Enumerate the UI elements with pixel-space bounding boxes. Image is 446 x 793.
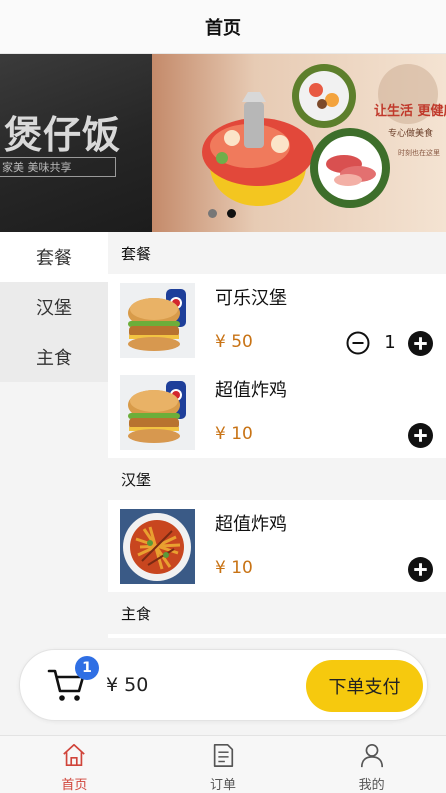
banner-carousel[interactable]: 煲仔饭 家美 美味共享 让生活 更健 专心做美食 时刻也在这里 bbox=[0, 54, 446, 232]
product-item[interactable]: 超值炸鸡 ¥ 10 bbox=[108, 500, 446, 592]
plus-circle-icon[interactable] bbox=[408, 423, 433, 448]
banner-slide-hotpot: 让生活 更健康 专心做美食 时刻也在这里 bbox=[152, 54, 446, 232]
hotpot-illustration bbox=[202, 64, 438, 208]
quantity-value: 1 bbox=[384, 332, 396, 353]
tab-label: 订单 bbox=[210, 778, 237, 793]
banner-ad-title: 让生活 更健康 bbox=[374, 104, 446, 119]
product-price: ¥ 50 bbox=[215, 332, 253, 352]
section-header-burger: 汉堡 bbox=[108, 458, 446, 500]
carousel-dot-active[interactable] bbox=[227, 209, 236, 218]
product-price: ¥ 10 bbox=[215, 424, 253, 444]
tab-orders[interactable]: 订单 bbox=[149, 736, 298, 793]
plus-circle-icon[interactable] bbox=[408, 557, 433, 582]
banner-slide-claypot: 煲仔饭 家美 美味共享 bbox=[0, 54, 152, 232]
category-item-staple[interactable]: 主食 bbox=[0, 332, 108, 382]
tab-profile[interactable]: 我的 bbox=[297, 736, 446, 793]
home-icon bbox=[63, 743, 86, 767]
checkout-button[interactable]: 下单支付 bbox=[306, 660, 423, 712]
cart-bar: 1 ¥ 50 下单支付 bbox=[19, 649, 428, 721]
minus-circle-icon[interactable] bbox=[346, 331, 370, 355]
product-name: 超值炸鸡 bbox=[215, 380, 287, 401]
product-price: ¥ 10 bbox=[215, 558, 253, 578]
user-icon bbox=[360, 743, 383, 768]
tab-label: 我的 bbox=[358, 778, 385, 793]
banner-slide-title: 煲仔饭 bbox=[4, 112, 122, 157]
plus-circle-icon[interactable] bbox=[408, 331, 433, 356]
tab-label: 首页 bbox=[61, 778, 88, 793]
product-name: 超值炸鸡 bbox=[215, 514, 287, 535]
product-name: 可乐汉堡 bbox=[215, 288, 287, 309]
banner-ad-subtitle: 专心做美食 bbox=[388, 129, 434, 139]
section-header-combo: 套餐 bbox=[108, 232, 446, 274]
carousel-dot[interactable] bbox=[208, 209, 217, 218]
page-title: 首页 bbox=[205, 17, 241, 39]
header-bar: 首页 bbox=[0, 0, 446, 54]
product-item[interactable]: 可乐汉堡 ¥ 50 1 bbox=[108, 274, 446, 366]
section-header-staple: 主食 bbox=[108, 592, 446, 634]
product-item[interactable]: 超值炸鸡 ¥ 10 bbox=[108, 366, 446, 458]
category-item-burger[interactable]: 汉堡 bbox=[0, 282, 108, 332]
product-image-fried-strips bbox=[120, 509, 195, 584]
product-image-burger-cola bbox=[120, 283, 195, 358]
product-image-burger-cola bbox=[120, 375, 195, 450]
category-sidebar: 套餐 汉堡 主食 bbox=[0, 232, 108, 638]
banner-slide-subtitle: 家美 美味共享 bbox=[2, 161, 72, 174]
app-page: 首页 煲仔饭 家美 美味共享 让生活 更健 专心做美食 时刻也在这里 套餐 汉堡… bbox=[0, 0, 446, 793]
category-item-combo[interactable]: 套餐 bbox=[0, 232, 108, 282]
order-icon bbox=[213, 743, 234, 767]
cart-total: ¥ 50 bbox=[106, 674, 149, 696]
cart-count-badge: 1 bbox=[75, 656, 99, 680]
product-list[interactable]: 套餐 可乐汉堡 ¥ 50 1 超值炸鸡 ¥ 10 汉堡 超值炸鸡 ¥ 10 主食 bbox=[108, 232, 446, 638]
tab-home[interactable]: 首页 bbox=[0, 736, 149, 793]
carousel-dots bbox=[208, 209, 236, 218]
bottom-tab-bar: 首页 订单 我的 bbox=[0, 735, 446, 793]
banner-ad-caption: 时刻也在这里 bbox=[398, 149, 440, 157]
